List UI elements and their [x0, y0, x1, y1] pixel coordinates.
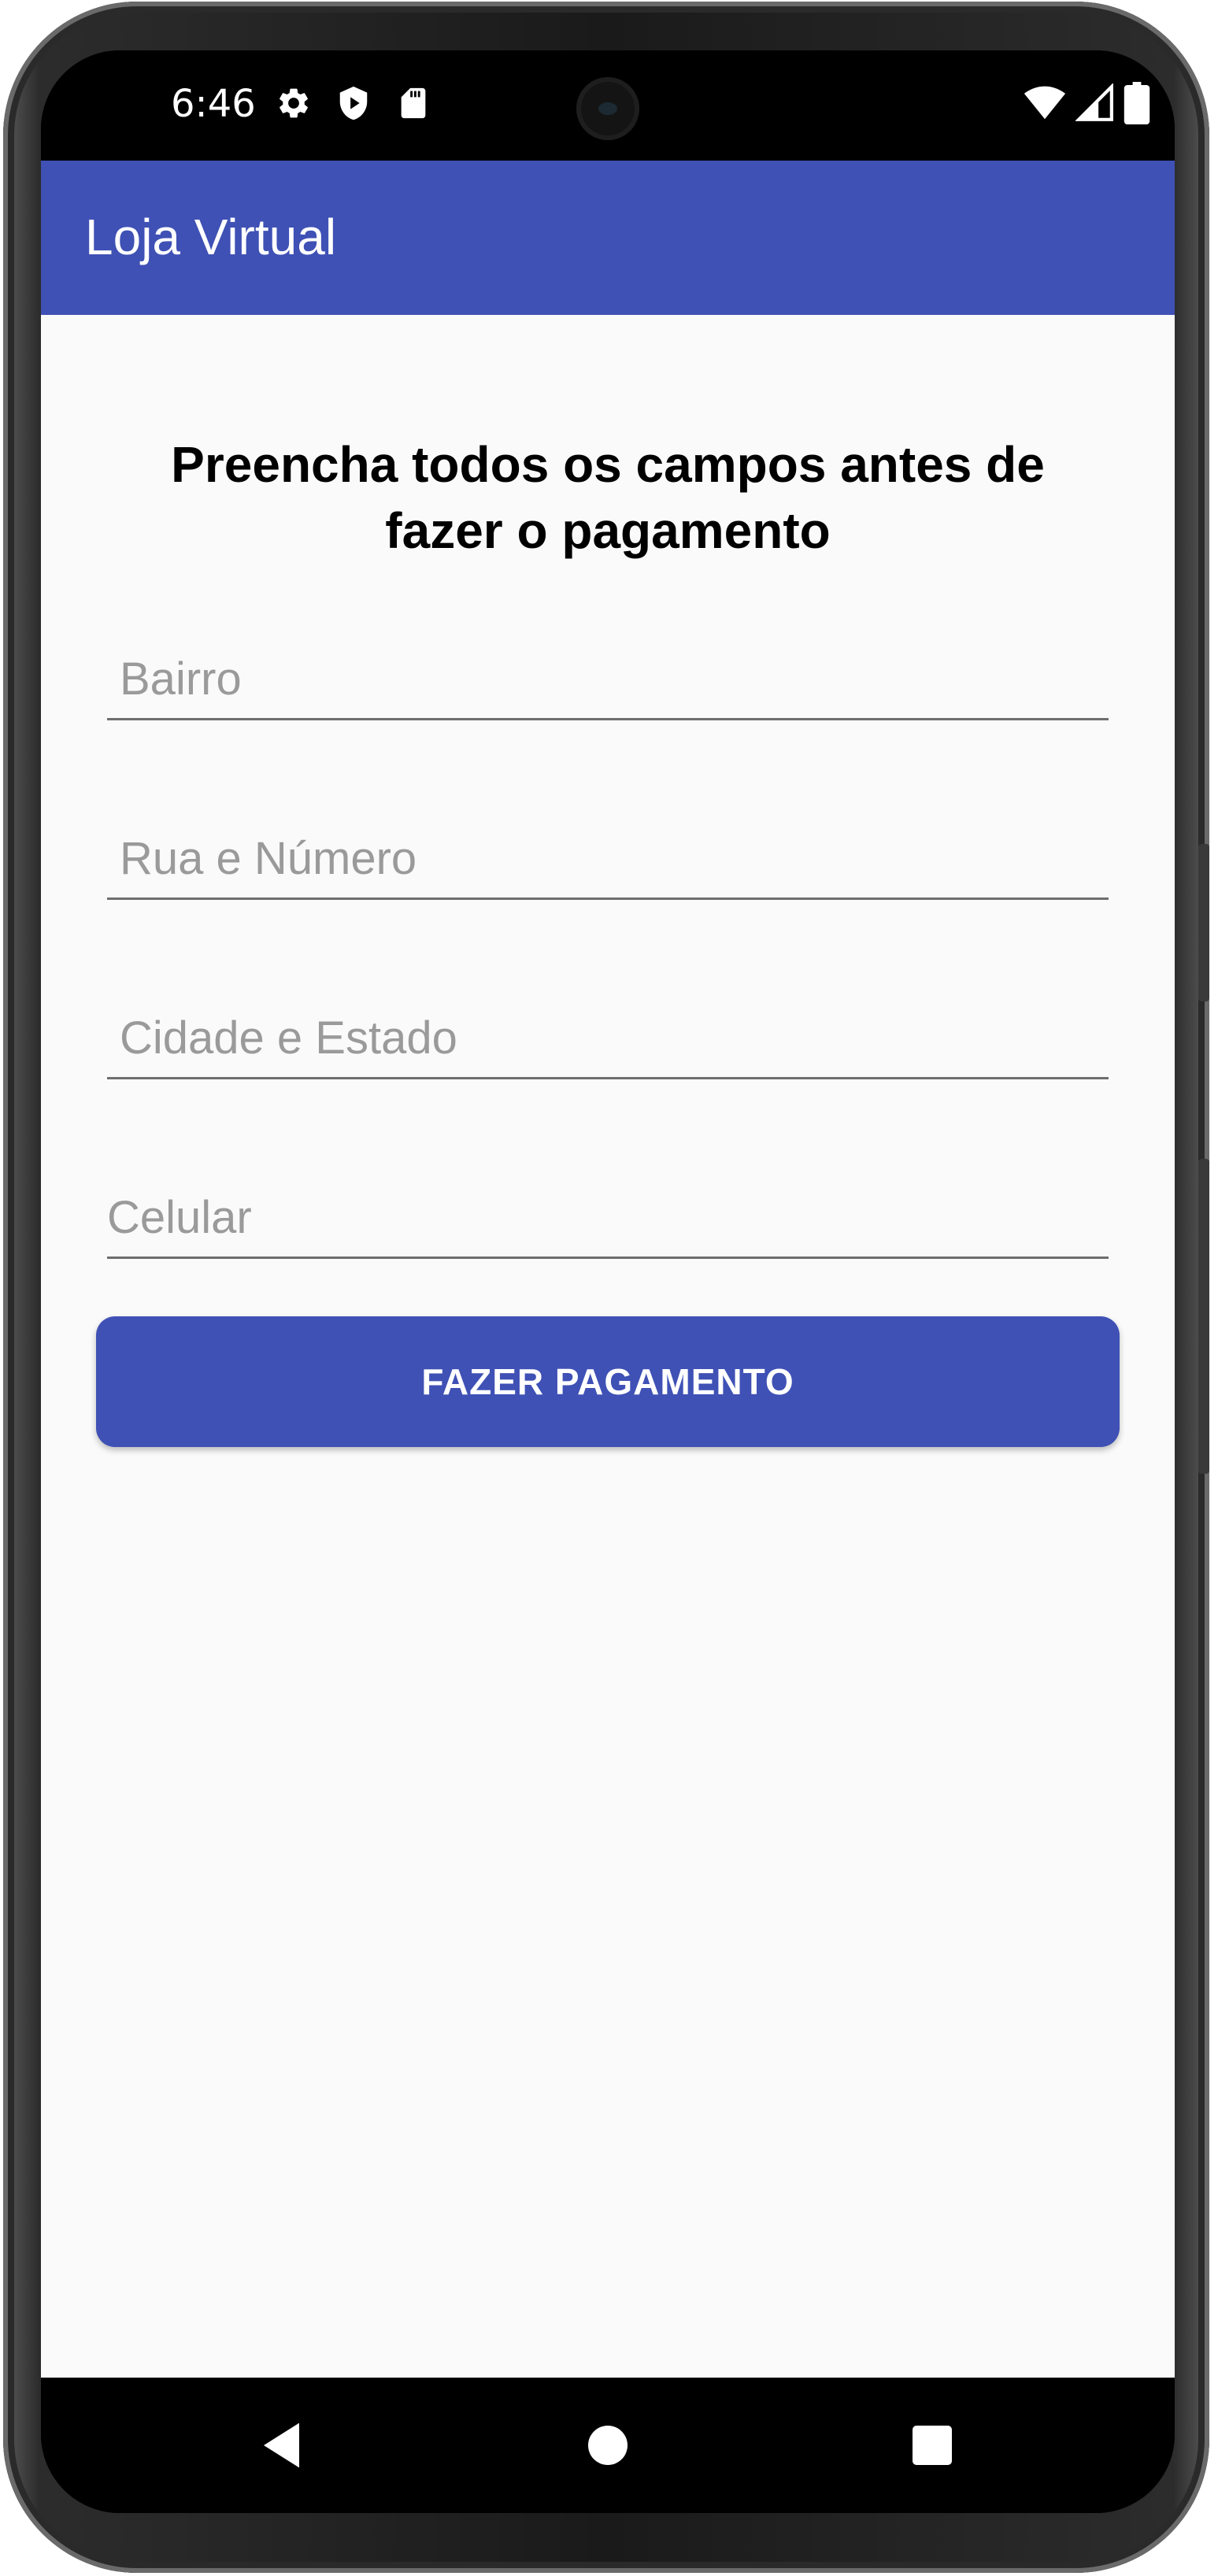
- fazer-pagamento-button[interactable]: FAZER PAGAMENTO: [96, 1316, 1120, 1447]
- app-title: Loja Virtual: [85, 209, 337, 265]
- checkout-form: Preencha todos os campos antes de fazer …: [41, 315, 1175, 2378]
- phone-screen: 6:46 Loja Virtual Preencha todos os camp…: [41, 50, 1175, 2513]
- power-button: [1198, 1159, 1209, 1474]
- form-heading: Preencha todos os campos antes de fazer …: [171, 436, 1045, 559]
- shield-play-icon: [335, 85, 372, 121]
- gear-icon: [276, 85, 312, 121]
- back-icon[interactable]: [252, 2414, 315, 2477]
- status-bar: 6:46: [41, 50, 1175, 161]
- bairro-input[interactable]: [120, 647, 1096, 710]
- bairro-field: [107, 624, 1109, 720]
- wifi-icon: [1024, 82, 1066, 124]
- status-time: 6:46: [171, 82, 256, 126]
- home-icon[interactable]: [576, 2414, 639, 2477]
- celular-input[interactable]: [107, 1186, 1083, 1249]
- navigation-bar: [41, 2378, 1175, 2513]
- volume-button: [1198, 844, 1209, 1001]
- rua-numero-field: [107, 803, 1109, 900]
- front-camera: [576, 77, 639, 140]
- rua-numero-input[interactable]: [120, 827, 1096, 890]
- battery-icon: [1123, 82, 1151, 124]
- sd-card-icon: [395, 85, 431, 121]
- cidade-estado-input[interactable]: [120, 1006, 1096, 1069]
- cidade-estado-field: [107, 983, 1109, 1079]
- app-bar: Loja Virtual: [41, 161, 1175, 315]
- celular-field: [107, 1162, 1109, 1259]
- phone-frame: 6:46 Loja Virtual Preencha todos os camp…: [3, 2, 1209, 2573]
- recents-icon[interactable]: [901, 2414, 964, 2477]
- cell-signal-icon: [1075, 83, 1115, 123]
